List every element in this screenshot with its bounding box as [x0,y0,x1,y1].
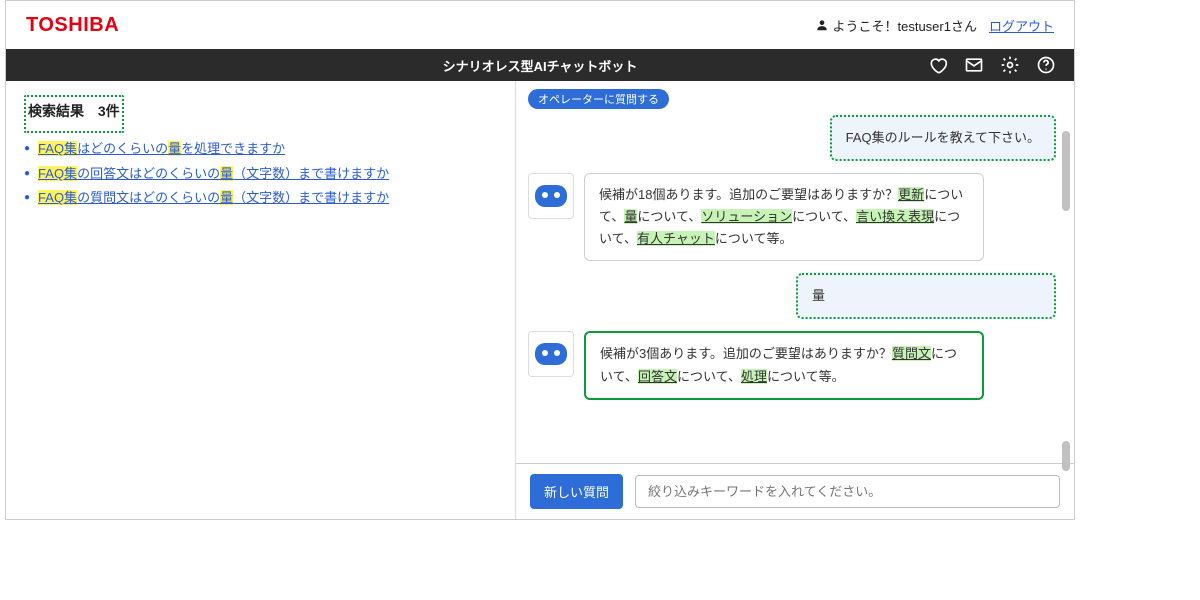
app-title: シナリオレス型AIチャットボット [443,56,638,75]
result-link[interactable]: FAQ集の回答文はどのくらいの量（文字数）まで書けますか [38,162,389,187]
list-item: FAQ集はどのくらいの量を処理できますか [24,137,497,162]
bot-avatar-icon [528,173,574,219]
bot-avatar-icon [528,331,574,377]
heart-icon[interactable] [928,55,948,75]
list-item: FAQ集の回答文はどのくらいの量（文字数）まで書けますか [24,162,497,187]
chat-message-user: 量 [528,273,1056,319]
keyword-chip[interactable]: 質問文 [892,346,931,361]
user-icon [815,18,829,32]
search-result-count: 3件 [98,103,120,119]
list-item: FAQ集の質問文はどのくらいの量（文字数）まで書けますか [24,186,497,211]
gear-icon[interactable] [1000,55,1020,75]
logout-link[interactable]: ログアウト [989,16,1054,35]
new-question-button[interactable]: 新しい質問 [530,474,623,509]
help-icon[interactable] [1036,55,1056,75]
keyword-input[interactable] [635,475,1060,508]
user-bubble: FAQ集のルールを教えて下さい。 [830,115,1056,161]
scrollbar-thumb[interactable] [1062,131,1070,211]
keyword-chip[interactable]: 言い換え表現 [856,209,934,224]
keyword-chip[interactable]: 有人チャット [637,231,715,246]
main-area: 検索結果 3件 FAQ集はどのくらいの量を処理できますか FAQ集の回答文はどの… [6,81,1074,519]
result-link[interactable]: FAQ集の質問文はどのくらいの量（文字数）まで書けますか [38,186,389,211]
search-result-list: FAQ集はどのくらいの量を処理できますか FAQ集の回答文はどのくらいの量（文字… [24,137,497,211]
brand-logo: TOSHIBA [26,14,119,37]
keyword-chip[interactable]: 量 [624,209,637,224]
ask-operator-button[interactable]: オペレーターに質問する [528,89,669,109]
chat-message-bot: 候補が3個あります。追加のご要望はありますか？質問文について、回答文について、処… [528,331,1056,399]
keyword-chip[interactable]: 処理 [741,369,767,384]
mail-icon[interactable] [964,55,984,75]
keyword-chip[interactable]: 回答文 [638,369,677,384]
search-result-label: 検索結果 [28,103,84,119]
title-bar: シナリオレス型AIチャットボット [6,49,1074,81]
chat-message-bot: 候補が18個あります。追加のご要望はありますか？更新について、量について、ソリュ… [528,173,1056,261]
user-bubble: 量 [796,273,1056,319]
chat-panel: オペレーターに質問する FAQ集のルールを教えて下さい。 候補が18個あります。… [516,81,1074,519]
keyword-chip[interactable]: 更新 [898,187,924,202]
result-link[interactable]: FAQ集はどのくらいの量を処理できますか [38,137,285,162]
keyword-chip[interactable]: ソリューション [701,209,792,224]
bot-bubble: 候補が3個あります。追加のご要望はありますか？質問文について、回答文について、処… [584,331,984,399]
chat-scroll[interactable]: FAQ集のルールを教えて下さい。 候補が18個あります。追加のご要望はありますか… [516,109,1074,463]
chat-scrollbar[interactable] [1062,121,1070,481]
scrollbar-thumb[interactable] [1062,441,1070,471]
chat-message-user: FAQ集のルールを教えて下さい。 [528,115,1056,161]
chat-input-bar: 新しい質問 [516,463,1074,519]
app-frame: TOSHIBA ようこそ！testuser1さん ログアウト シナリオレス型AI… [5,0,1075,520]
bot-bubble: 候補が18個あります。追加のご要望はありますか？更新について、量について、ソリュ… [584,173,984,261]
welcome-text: ようこそ！testuser1さん [833,16,977,35]
top-header: TOSHIBA ようこそ！testuser1さん ログアウト [6,1,1074,49]
search-result-heading: 検索結果 3件 [24,95,124,133]
search-panel: 検索結果 3件 FAQ集はどのくらいの量を処理できますか FAQ集の回答文はどの… [6,81,516,519]
